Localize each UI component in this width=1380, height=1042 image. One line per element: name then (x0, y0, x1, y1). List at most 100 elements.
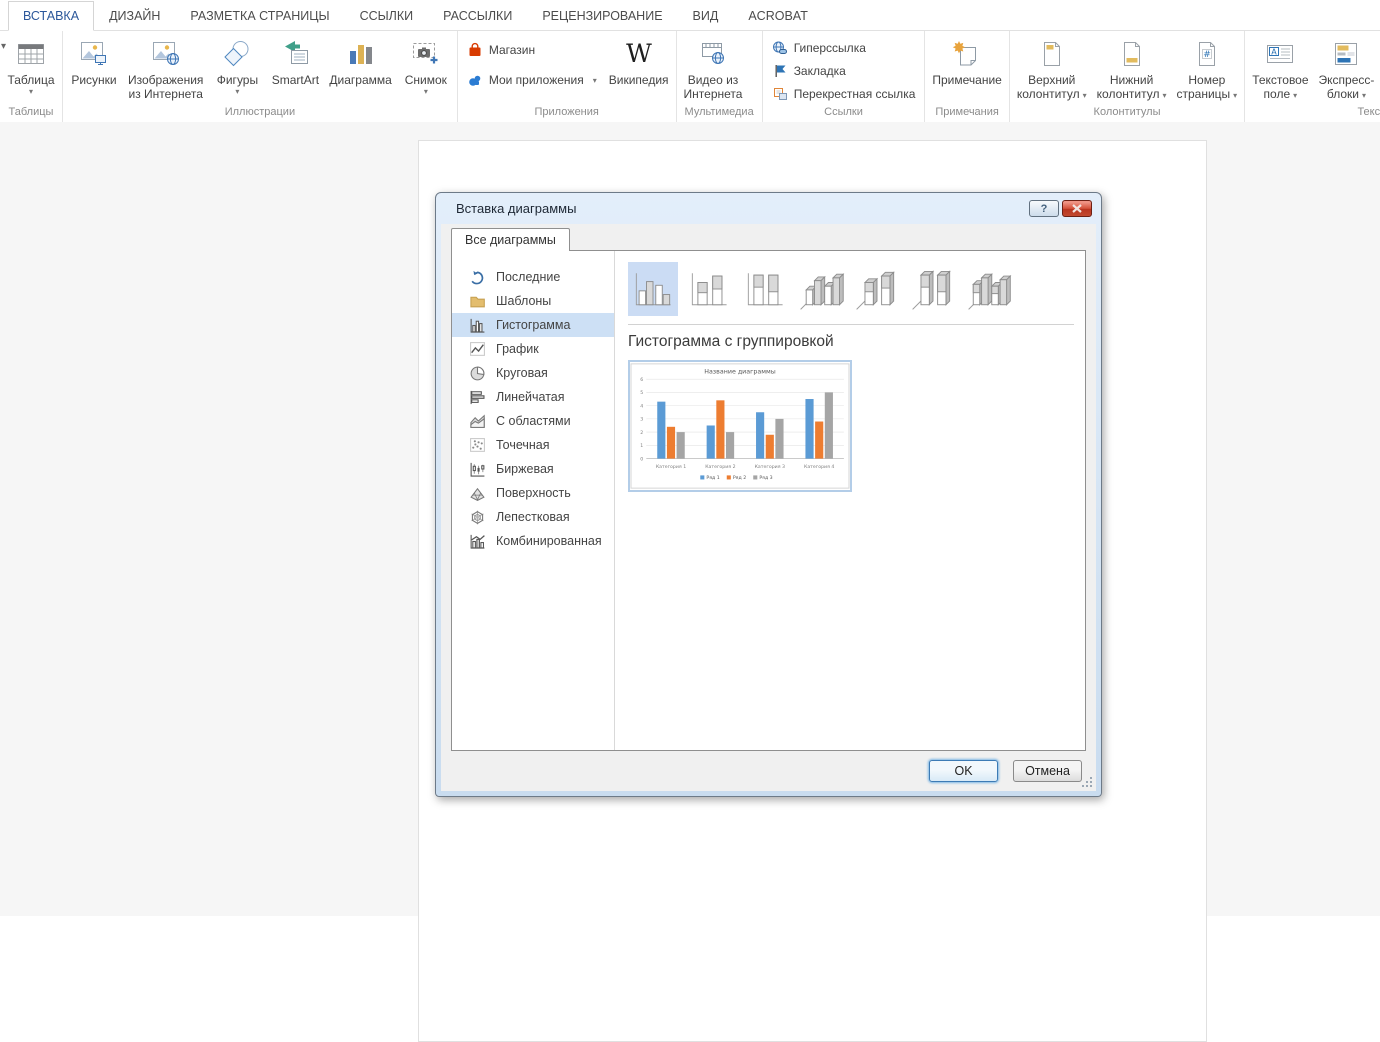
svg-text:W: W (626, 39, 652, 68)
ribbon-tab[interactable]: РАССЫЛКИ (428, 1, 527, 30)
ribbon-tab[interactable]: РАЗМЕТКА СТРАНИЦЫ (175, 1, 344, 30)
wikipedia-button[interactable]: W Википедия (604, 32, 674, 88)
help-button[interactable]: ? (1029, 200, 1059, 217)
smartart-button[interactable]: SmartArt (266, 32, 324, 88)
ribbon-group-label: Текст (1245, 105, 1380, 122)
category-line-chart[interactable]: График (452, 337, 614, 361)
ribbon-tab[interactable]: ССЫЛКИ (345, 1, 429, 30)
subtype-separator (628, 324, 1074, 325)
subtype-stacked-column-3d[interactable] (852, 262, 902, 316)
screenshot-button[interactable]: Снимок▾ (397, 32, 455, 97)
subtype-stacked-100-column-3d[interactable] (908, 262, 958, 316)
button-label: Изображенияиз Интернета (128, 73, 203, 101)
text-box-button[interactable]: AТекстовоеполе▾ (1247, 32, 1313, 104)
pie-chart-icon (468, 365, 486, 382)
footer-button[interactable]: Нижнийколонтитул▾ (1092, 32, 1172, 104)
button-label: Диаграмма (329, 73, 391, 87)
category-pie-chart[interactable]: Круговая (452, 361, 614, 385)
header-button[interactable]: Верхнийколонтитул▾ (1012, 32, 1092, 104)
svg-text:A: A (1272, 48, 1278, 57)
dialog-body: Все диаграммы Последние Шаблоны Гистограмм… (441, 224, 1096, 791)
bar-chart-icon (468, 389, 486, 406)
subtype-clustered-column[interactable] (628, 262, 678, 316)
ribbon-tab[interactable]: ВИД (678, 1, 734, 30)
ribbon-tab[interactable]: РЕЦЕНЗИРОВАНИЕ (527, 1, 677, 30)
resize-grip[interactable] (1081, 776, 1093, 788)
svg-text:Ряд 2: Ряд 2 (733, 475, 746, 481)
chart-preview[interactable]: Название диаграммы0123456Категория 1Кате… (628, 360, 852, 492)
bookmark-button[interactable]: Закладка (767, 62, 921, 80)
my-apps-icon (467, 72, 483, 88)
cross-reference-icon (772, 86, 788, 102)
category-templates[interactable]: Шаблоны (452, 289, 614, 313)
store-button[interactable]: Магазин (462, 41, 602, 59)
online-video-button[interactable]: Видео изИнтернета (679, 32, 748, 102)
cancel-button[interactable]: Отмена (1013, 760, 1082, 782)
category-label: Гистограмма (496, 318, 570, 332)
ribbon: ▾ Таблица▾ТаблицыРисункиИзображенияиз Ин… (0, 31, 1380, 123)
svg-text:5: 5 (640, 390, 643, 396)
stacked-column-3d-icon (853, 264, 901, 314)
button-label: Номерстраницы▾ (1177, 73, 1238, 103)
pictures-button[interactable]: Рисунки (65, 32, 123, 88)
category-bar-chart[interactable]: Линейчатая (452, 385, 614, 409)
category-recent[interactable]: Последние (452, 265, 614, 289)
ribbon-group-label: Мультимедиа (677, 105, 762, 122)
dropdown-arrow-icon: ▾ (1233, 91, 1237, 100)
dialog-titlebar[interactable]: Вставка диаграммы ? (436, 193, 1101, 224)
ribbon-group-label: Иллюстрации (63, 105, 457, 122)
text-box-icon: A (1264, 36, 1296, 72)
dropdown-arrow-icon: ▾ (1293, 91, 1297, 100)
category-label: Шаблоны (496, 294, 551, 308)
pictures-icon (78, 36, 110, 72)
button-label: Экспресс-блоки▾ (1319, 73, 1375, 103)
subtype-clustered-column-3d[interactable] (796, 262, 846, 316)
ok-button[interactable]: OK (929, 760, 998, 782)
header-icon (1036, 36, 1068, 72)
svg-text:Категория 2: Категория 2 (705, 464, 735, 470)
ribbon-tab[interactable]: ACROBAT (733, 1, 823, 30)
online-pictures-button[interactable]: Изображенияиз Интернета (123, 32, 208, 102)
comment-icon (951, 36, 983, 72)
ribbon-group: РисункиИзображенияиз ИнтернетаФигуры▾Sma… (63, 31, 458, 122)
svg-text:4: 4 (640, 403, 643, 409)
svg-text:6: 6 (640, 377, 643, 383)
shapes-button[interactable]: Фигуры▾ (208, 32, 266, 97)
chart-button[interactable]: Диаграмма (324, 32, 396, 88)
category-label: Линейчатая (496, 390, 565, 404)
quick-parts-button[interactable]: Экспресс-блоки▾ (1314, 32, 1380, 104)
hyperlink-button[interactable]: Гиперссылка (767, 39, 921, 57)
category-surface-chart[interactable]: Поверхность (452, 481, 614, 505)
close-button[interactable] (1062, 200, 1092, 217)
button-label: Гиперссылка (794, 41, 866, 55)
subtype-stacked-column[interactable] (684, 262, 734, 316)
table-button[interactable]: Таблица▾ (2, 32, 60, 97)
svg-text:Название диаграммы: Название диаграммы (704, 369, 776, 376)
stacked-100-column-3d-icon (909, 264, 957, 314)
insert-chart-dialog: Вставка диаграммы ? Все диаграммы Послед… (435, 192, 1102, 797)
button-label: Википедия (609, 73, 669, 87)
ribbon-tab[interactable]: ВСТАВКА (8, 1, 94, 31)
tab-all-charts[interactable]: Все диаграммы (451, 228, 570, 251)
page-number-button[interactable]: #Номерстраницы▾ (1172, 32, 1243, 104)
table-icon (15, 36, 47, 72)
button-stack: Магазин Мои приложения▾ (460, 32, 604, 89)
svg-text:1: 1 (640, 443, 643, 449)
edge-dropdown-chevron[interactable]: ▾ (1, 41, 6, 52)
category-scatter-chart[interactable]: Точечная (452, 433, 614, 457)
subtype-column-3d[interactable] (964, 262, 1014, 316)
templates-icon (468, 293, 486, 310)
category-stock-chart[interactable]: Биржевая (452, 457, 614, 481)
my-apps-button[interactable]: Мои приложения▾ (462, 71, 602, 89)
dropdown-arrow-icon: ▾ (1083, 91, 1087, 100)
svg-text:Ряд 1: Ряд 1 (706, 475, 719, 481)
category-column-chart[interactable]: Гистограмма (452, 313, 614, 337)
category-area-chart[interactable]: С областями (452, 409, 614, 433)
category-combo-chart[interactable]: Комбинированная (452, 529, 614, 553)
dropdown-arrow-icon: ▾ (1162, 91, 1166, 100)
subtype-stacked-100-column[interactable] (740, 262, 790, 316)
category-radar-chart[interactable]: Лепестковая (452, 505, 614, 529)
cross-reference-button[interactable]: Перекрестная ссылка (767, 85, 921, 103)
ribbon-tab[interactable]: ДИЗАЙН (94, 1, 175, 30)
comment-button[interactable]: Примечание (927, 32, 1006, 88)
